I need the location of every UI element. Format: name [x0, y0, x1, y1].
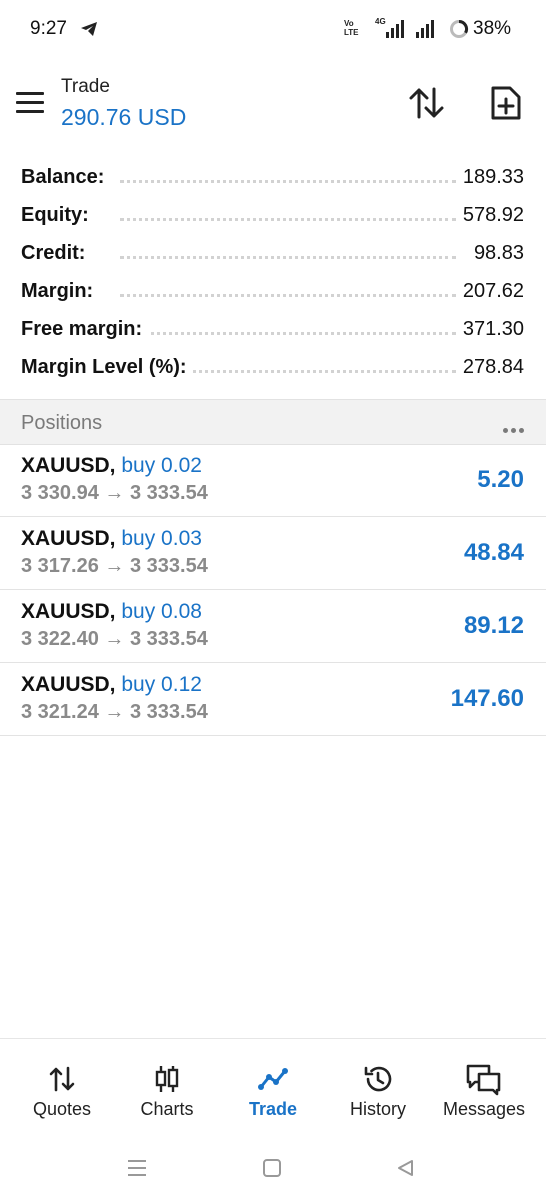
position-profit: 5.20 [477, 466, 524, 493]
menu-icon[interactable] [16, 92, 44, 116]
recent-apps-icon[interactable] [126, 1158, 148, 1178]
dotted-leader [120, 256, 456, 259]
nav-quotes[interactable]: Quotes [12, 1061, 112, 1120]
nav-label: History [349, 1099, 406, 1119]
position-symbol: XAUUSD, [21, 454, 116, 477]
position-prices: 3 322.40 → 3 333.54 [21, 628, 208, 650]
position-profit: 89.12 [463, 612, 524, 639]
summary-value: 207.62 [456, 280, 524, 303]
status-time: 9:27 [30, 18, 67, 39]
back-icon[interactable] [396, 1158, 416, 1178]
dotted-leader [120, 332, 456, 335]
nav-label: Trade [248, 1099, 298, 1119]
position-side: buy 0.03 [121, 527, 202, 550]
bottom-navigation: Quotes Charts Trade History Messages [0, 1038, 546, 1139]
signal-icon [386, 20, 404, 38]
more-options-icon[interactable] [500, 420, 524, 438]
summary-value: 278.84 [456, 356, 524, 379]
new-order-icon[interactable] [490, 85, 522, 121]
signal-icon-sim2 [416, 20, 434, 38]
volte-indicator: Vo LTE [344, 19, 359, 37]
positions-title: Positions [21, 412, 103, 434]
dotted-leader [120, 294, 456, 297]
nav-trade[interactable]: Trade [223, 1061, 323, 1120]
trade-icon [258, 1068, 288, 1090]
summary-value: 371.30 [456, 318, 524, 341]
nav-label: Messages [442, 1099, 526, 1119]
messages-icon [466, 1064, 501, 1096]
summary-row-equity: Equity: 578.92 [0, 196, 546, 234]
status-bar: 9:27 Vo LTE 4G 38% [0, 0, 546, 58]
summary-value: 98.83 [467, 242, 524, 265]
position-row[interactable]: XAUUSD, buy 0.08 3 322.40 → 3 333.54 89.… [0, 590, 546, 663]
network-type: 4G [375, 17, 386, 26]
position-profit: 147.60 [450, 685, 524, 712]
account-balance: 290.76 USD [61, 104, 187, 130]
position-side: buy 0.02 [121, 454, 202, 477]
battery-icon [450, 19, 469, 38]
position-symbol: XAUUSD, [21, 600, 116, 623]
positions-section-header: Positions [0, 399, 546, 445]
app-header: Trade 290.76 USD [0, 58, 546, 150]
summary-label: Margin Level (%): [21, 356, 193, 379]
position-row[interactable]: XAUUSD, buy 0.12 3 321.24 → 3 333.54 147… [0, 663, 546, 736]
position-row[interactable]: XAUUSD, buy 0.03 3 317.26 → 3 333.54 48.… [0, 517, 546, 590]
page-title: Trade [61, 76, 110, 97]
history-icon [364, 1066, 392, 1092]
nav-label: Quotes [32, 1099, 92, 1119]
nav-label: Charts [140, 1099, 194, 1119]
sort-icon[interactable] [408, 86, 446, 120]
summary-value: 578.92 [456, 204, 524, 227]
position-row[interactable]: XAUUSD, buy 0.02 3 330.94 → 3 333.54 5.2… [0, 444, 546, 517]
position-prices: 3 330.94 → 3 333.54 [21, 482, 208, 504]
summary-label: Balance: [21, 166, 111, 189]
summary-row-credit: Credit: 98.83 [0, 234, 546, 272]
summary-row-free-margin: Free margin: 371.30 [0, 310, 546, 348]
position-side: buy 0.12 [121, 673, 202, 696]
system-navigation-bar [0, 1140, 546, 1200]
position-symbol: XAUUSD, [21, 527, 116, 550]
dotted-leader [120, 180, 456, 183]
position-prices: 3 321.24 → 3 333.54 [21, 701, 208, 723]
summary-row-margin-level: Margin Level (%): 278.84 [0, 348, 546, 386]
summary-row-margin: Margin: 207.62 [0, 272, 546, 310]
summary-row-balance: Balance: 189.33 [0, 158, 546, 196]
position-symbol: XAUUSD, [21, 673, 116, 696]
dotted-leader [120, 218, 456, 221]
position-prices: 3 317.26 → 3 333.54 [21, 555, 208, 577]
account-summary: Balance: 189.33 Equity: 578.92 Credit: 9… [0, 158, 546, 386]
telegram-icon [81, 22, 97, 36]
position-profit: 48.84 [463, 539, 524, 566]
nav-history[interactable]: History [328, 1061, 428, 1120]
home-icon[interactable] [262, 1158, 282, 1178]
summary-label: Credit: [21, 242, 92, 265]
battery-percent: 38% [473, 18, 512, 39]
position-title: XAUUSD, buy 0.12 [21, 673, 202, 697]
summary-label: Equity: [21, 204, 95, 227]
nav-charts[interactable]: Charts [117, 1061, 217, 1120]
charts-icon [155, 1066, 179, 1092]
nav-messages[interactable]: Messages [434, 1061, 534, 1120]
positions-list: XAUUSD, buy 0.02 3 330.94 → 3 333.54 5.2… [0, 444, 546, 736]
position-title: XAUUSD, buy 0.02 [21, 454, 202, 478]
position-side: buy 0.08 [121, 600, 202, 623]
position-title: XAUUSD, buy 0.08 [21, 600, 202, 624]
summary-value: 189.33 [456, 166, 524, 189]
summary-label: Free margin: [21, 318, 149, 341]
quotes-icon [49, 1066, 75, 1092]
position-title: XAUUSD, buy 0.03 [21, 527, 202, 551]
summary-label: Margin: [21, 280, 100, 303]
